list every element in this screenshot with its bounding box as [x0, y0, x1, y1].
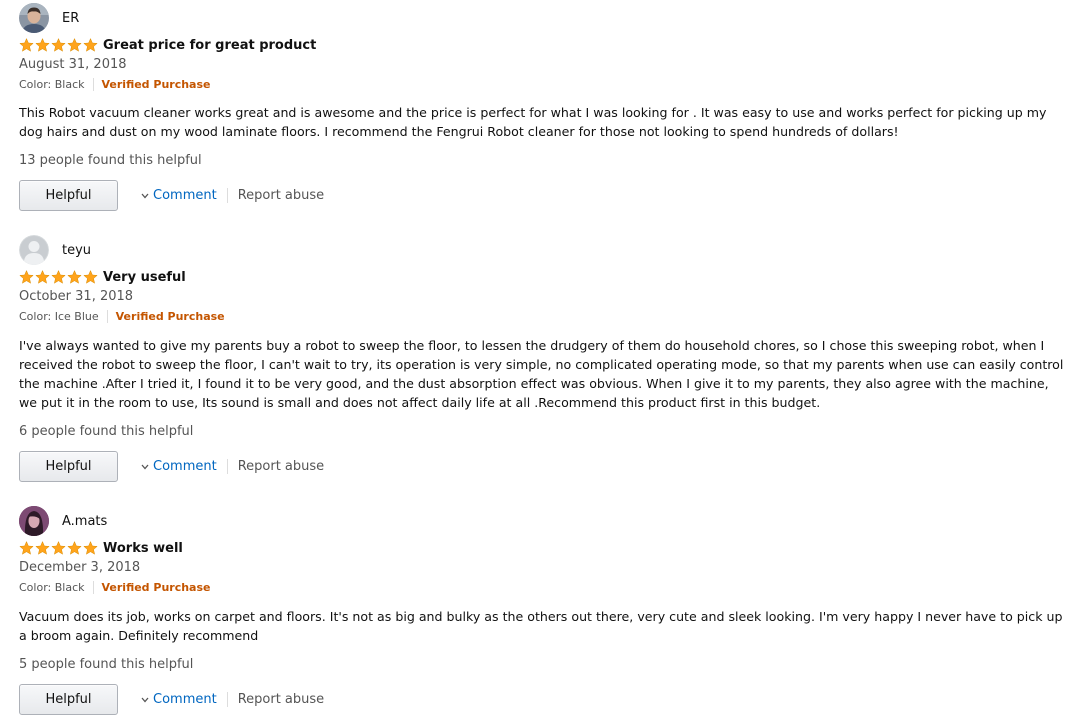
reviewer-profile[interactable]: ER [19, 3, 79, 33]
star-icon [19, 38, 34, 52]
star-rating[interactable] [19, 541, 99, 555]
helpful-count: 6 people found this helpful [19, 424, 194, 439]
review-title[interactable]: Great price for great product [103, 38, 316, 53]
reviewer-profile[interactable]: A.mats [19, 506, 107, 536]
star-icon [19, 270, 34, 284]
divider [226, 188, 228, 203]
report-abuse-link[interactable]: Report abuse [238, 459, 324, 474]
star-icon [35, 270, 50, 284]
review-meta: Color: Black Verified Purchase [19, 76, 211, 92]
review-title[interactable]: Works well [103, 541, 183, 556]
review-date: August 31, 2018 [19, 57, 127, 72]
star-icon [83, 541, 98, 555]
star-icon [67, 38, 82, 52]
reviewer-name[interactable]: teyu [62, 243, 91, 258]
star-icon [67, 541, 82, 555]
reviewer-name[interactable]: A.mats [62, 514, 107, 529]
comment-link[interactable]: Comment [141, 459, 217, 474]
review-body: Vacuum does its job, works on carpet and… [19, 609, 1063, 643]
verified-purchase-badge: Verified Purchase [101, 77, 211, 91]
comment-label: Comment [153, 188, 217, 203]
star-icon [67, 270, 82, 284]
helpful-count: 5 people found this helpful [19, 657, 194, 672]
star-rating[interactable] [19, 270, 99, 284]
review-actions: Helpful Comment Report abuse [19, 451, 324, 482]
helpful-button[interactable]: Helpful [19, 451, 118, 482]
product-format: Color: Black [19, 580, 85, 594]
helpful-button[interactable]: Helpful [19, 180, 118, 211]
star-icon [83, 38, 98, 52]
review-body: This Robot vacuum cleaner works great an… [19, 105, 1047, 139]
product-format: Color: Black [19, 77, 85, 91]
comment-label: Comment [153, 459, 217, 474]
comment-link[interactable]: Comment [141, 692, 217, 707]
report-abuse-link[interactable]: Report abuse [238, 188, 324, 203]
star-icon [51, 270, 66, 284]
star-icon [35, 38, 50, 52]
helpful-button[interactable]: Helpful [19, 684, 118, 715]
avatar[interactable] [19, 3, 49, 33]
product-format: Color: Ice Blue [19, 309, 99, 323]
report-abuse-link[interactable]: Report abuse [238, 692, 324, 707]
review-actions: Helpful Comment Report abuse [19, 684, 324, 715]
divider [226, 459, 228, 474]
review-date: October 31, 2018 [19, 289, 134, 304]
divider [92, 580, 94, 594]
star-icon [51, 38, 66, 52]
star-icon [51, 541, 66, 555]
comment-link[interactable]: Comment [141, 188, 217, 203]
reviewer-profile[interactable]: teyu [19, 235, 91, 265]
review-title[interactable]: Very useful [103, 270, 186, 285]
chevron-down-icon [141, 697, 149, 702]
star-icon [35, 541, 50, 555]
review-body: I've always wanted to give my parents bu… [19, 338, 1064, 410]
chevron-down-icon [141, 193, 149, 198]
comment-label: Comment [153, 692, 217, 707]
star-rating[interactable] [19, 38, 99, 52]
review-meta: Color: Ice Blue Verified Purchase [19, 308, 225, 324]
helpful-count: 13 people found this helpful [19, 153, 202, 168]
divider [106, 309, 108, 323]
star-icon [83, 270, 98, 284]
verified-purchase-badge: Verified Purchase [101, 580, 211, 594]
avatar[interactable] [19, 235, 49, 265]
rating-title-row: Works well [19, 539, 183, 557]
rating-title-row: Very useful [19, 268, 186, 286]
rating-title-row: Great price for great product [19, 36, 316, 54]
divider [226, 692, 228, 707]
divider [92, 77, 94, 91]
reviewer-name[interactable]: ER [62, 11, 79, 26]
verified-purchase-badge: Verified Purchase [115, 309, 225, 323]
review-actions: Helpful Comment Report abuse [19, 180, 324, 211]
avatar[interactable] [19, 506, 49, 536]
chevron-down-icon [141, 464, 149, 469]
review-date: December 3, 2018 [19, 560, 141, 575]
star-icon [19, 541, 34, 555]
review-meta: Color: Black Verified Purchase [19, 579, 211, 595]
